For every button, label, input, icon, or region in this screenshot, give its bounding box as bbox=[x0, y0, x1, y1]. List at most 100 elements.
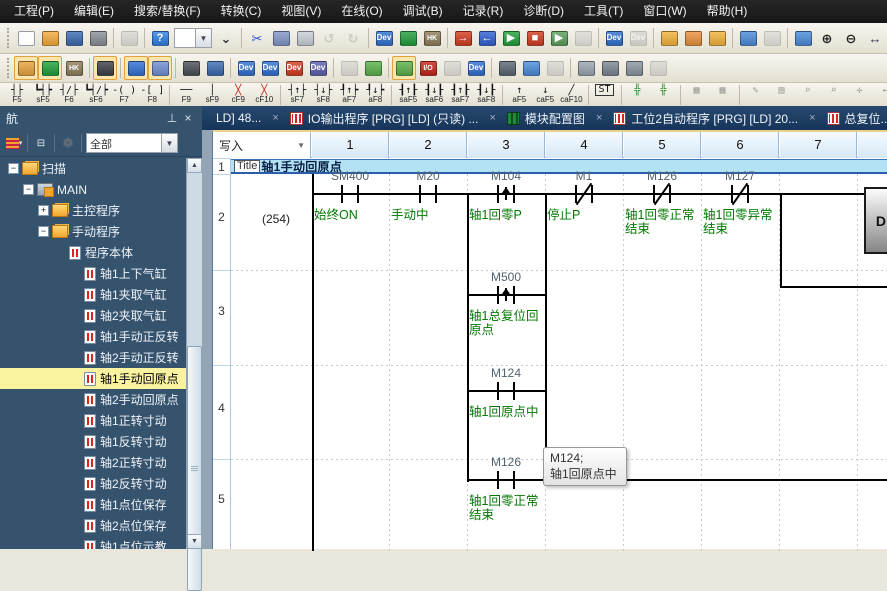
new-project-button[interactable] bbox=[14, 26, 38, 50]
tree-item-轴2手动回原点[interactable]: 轴2手动回原点 bbox=[0, 389, 186, 410]
application-button[interactable]: -[ ]F8 bbox=[138, 84, 166, 105]
rising-branch-button[interactable]: ┨↑┠saF5 bbox=[395, 84, 421, 105]
contact-M127-5[interactable] bbox=[726, 180, 754, 208]
menu-item-3[interactable]: 转换(C) bbox=[211, 0, 272, 23]
tab-1[interactable]: IO输出程序 [PRG] [LD] (只读) ... bbox=[284, 106, 485, 130]
collapse-icon[interactable]: − bbox=[38, 226, 49, 237]
dev-comment-menu-button[interactable]: Dev bbox=[234, 56, 258, 80]
device-display-on-button[interactable]: Dev bbox=[602, 26, 626, 50]
screen-lock-button[interactable] bbox=[791, 26, 815, 50]
contact-M20-1[interactable] bbox=[414, 180, 442, 208]
open-branch-button[interactable]: ┗┥┝sF5 bbox=[30, 84, 56, 105]
print-button[interactable] bbox=[86, 26, 110, 50]
tree-item-MAIN[interactable]: −MAIN bbox=[0, 179, 186, 200]
st-inline-button[interactable]: ST bbox=[592, 84, 618, 105]
tab-close-icon[interactable]: × bbox=[484, 112, 500, 124]
io-check-button[interactable]: I/O bbox=[416, 56, 440, 80]
menu-item-6[interactable]: 调试(B) bbox=[393, 0, 453, 23]
dev-tree-button[interactable]: Dev bbox=[306, 56, 330, 80]
contact-M124-7[interactable] bbox=[492, 377, 520, 405]
tree-item-轴1手动正反转[interactable]: 轴1手动正反转 bbox=[0, 326, 186, 347]
tree-scrollbar[interactable]: ▲ ▼ bbox=[186, 158, 202, 549]
device-search-button[interactable] bbox=[495, 56, 519, 80]
scroll-up-icon[interactable]: ▲ bbox=[187, 158, 202, 173]
copy-button[interactable] bbox=[269, 26, 293, 50]
zoom-out-button[interactable]: ⊖ bbox=[839, 26, 863, 50]
zoom-fit-button[interactable]: ↔ bbox=[863, 26, 887, 50]
rising-branch2-button[interactable]: ┨↑┠saF7 bbox=[447, 84, 473, 105]
find-button[interactable] bbox=[179, 56, 203, 80]
zoom-in-button[interactable]: ⊕ bbox=[815, 26, 839, 50]
invert-down-button[interactable]: ↓caF5 bbox=[532, 84, 558, 105]
open-project-button[interactable] bbox=[38, 26, 62, 50]
falling-pulse-close-button[interactable]: ┦↓┝aF8 bbox=[362, 84, 388, 105]
tree-item-轴1夹取气缸[interactable]: 轴1夹取气缸 bbox=[0, 284, 186, 305]
menu-item-0[interactable]: 工程(P) bbox=[4, 0, 64, 23]
device-memory-button[interactable]: HK bbox=[420, 26, 444, 50]
tree-filter-select[interactable]: 全部 ▼ bbox=[86, 133, 178, 153]
monitor-watch-button[interactable]: ▶ bbox=[547, 26, 571, 50]
overflow[interactable]: ⌄ bbox=[214, 26, 238, 50]
table-button[interactable] bbox=[622, 56, 646, 80]
tree-item-轴2夹取气缸[interactable]: 轴2夹取气缸 bbox=[0, 305, 186, 326]
tree-item-轴1手动回原点[interactable]: 轴1手动回原点 bbox=[0, 368, 186, 389]
dev-grid-button[interactable]: Dev bbox=[258, 56, 282, 80]
cut-button[interactable]: ✂ bbox=[245, 26, 269, 50]
tab-close-icon[interactable]: × bbox=[267, 112, 283, 124]
device-comment-button[interactable]: Dev bbox=[372, 26, 396, 50]
contact-M126-4[interactable] bbox=[648, 180, 676, 208]
chevron-down-icon[interactable]: ▼ bbox=[161, 134, 177, 152]
chevron-down-icon[interactable]: ▼ bbox=[195, 29, 211, 47]
tree-item-手动程序[interactable]: −手动程序 bbox=[0, 221, 186, 242]
menu-item-1[interactable]: 编辑(E) bbox=[64, 0, 124, 23]
falling-branch2-button[interactable]: ┨↓┠saF8 bbox=[473, 84, 499, 105]
form-button[interactable] bbox=[574, 56, 598, 80]
rung-title-band[interactable]: Title 轴1手动回原点 bbox=[231, 159, 887, 174]
door-button[interactable] bbox=[598, 56, 622, 80]
open-contact-button[interactable]: ┤├F5 bbox=[4, 84, 30, 105]
vline-delete-button[interactable]: ╳cF10 bbox=[251, 84, 277, 105]
window-layout-icon[interactable]: ⊟ bbox=[30, 133, 52, 154]
write-to-plc-button[interactable]: → bbox=[451, 26, 475, 50]
chevron-down-icon[interactable]: ▼ bbox=[297, 141, 305, 150]
read-from-plc-button[interactable]: ← bbox=[475, 26, 499, 50]
tab-0[interactable]: LD] 48... bbox=[210, 106, 267, 130]
close-icon[interactable]: × bbox=[180, 111, 196, 125]
monitor-window-button[interactable] bbox=[396, 26, 420, 50]
vline-button[interactable]: │sF9 bbox=[199, 84, 225, 105]
tab-close-icon[interactable]: × bbox=[591, 112, 607, 124]
hline-delete-button[interactable]: ╳cF9 bbox=[225, 84, 251, 105]
tree-item-扫描[interactable]: −扫描 bbox=[0, 158, 186, 179]
contact-M1-3[interactable] bbox=[570, 180, 598, 208]
note-button[interactable] bbox=[705, 26, 729, 50]
save-project-button[interactable] bbox=[62, 26, 86, 50]
menu-item-11[interactable]: 帮助(H) bbox=[697, 0, 758, 23]
edit-mode-cell[interactable]: 写入 ▼ bbox=[213, 132, 311, 158]
tree-item-轴2手动正反转[interactable]: 轴2手动正反转 bbox=[0, 347, 186, 368]
falling-pulse-button[interactable]: ┤↓├sF8 bbox=[310, 84, 336, 105]
collapse-icon[interactable]: − bbox=[23, 184, 34, 195]
help-button[interactable]: ? bbox=[148, 26, 172, 50]
find-window-button[interactable] bbox=[203, 56, 227, 80]
gear-icon[interactable]: ✱ bbox=[57, 133, 79, 154]
contact-M104-2[interactable] bbox=[492, 180, 520, 208]
tree-item-轴1点位保存[interactable]: 轴1点位保存 bbox=[0, 494, 186, 515]
dev-replace-button[interactable]: Dev bbox=[282, 56, 306, 80]
menu-item-7[interactable]: 记录(R) bbox=[453, 0, 514, 23]
tree-item-轴2点位保存[interactable]: 轴2点位保存 bbox=[0, 515, 186, 536]
monitor-stop-button[interactable]: ■ bbox=[523, 26, 547, 50]
tab-2[interactable]: 模块配置图 bbox=[501, 106, 591, 130]
tree-item-轴1反转寸动[interactable]: 轴1反转寸动 bbox=[0, 431, 186, 452]
contact-SM400-0[interactable] bbox=[336, 180, 364, 208]
edit-mode-button[interactable] bbox=[392, 56, 416, 80]
tab-3[interactable]: 工位2自动程序 [PRG] [LD] 20... bbox=[607, 106, 804, 130]
panel-splitter[interactable] bbox=[202, 106, 212, 549]
navigation-toggle-button[interactable] bbox=[14, 56, 38, 80]
menu-item-10[interactable]: 窗口(W) bbox=[633, 0, 696, 23]
expand-icon[interactable]: + bbox=[38, 205, 49, 216]
tree-item-轴1上下气缸[interactable]: 轴1上下气缸 bbox=[0, 263, 186, 284]
filter-icon[interactable]: ▾ bbox=[3, 133, 25, 154]
rising-pulse-button[interactable]: ┤↑├sF7 bbox=[284, 84, 310, 105]
module-chip-button[interactable] bbox=[93, 56, 117, 80]
device-hk-button[interactable]: HK bbox=[62, 56, 86, 80]
